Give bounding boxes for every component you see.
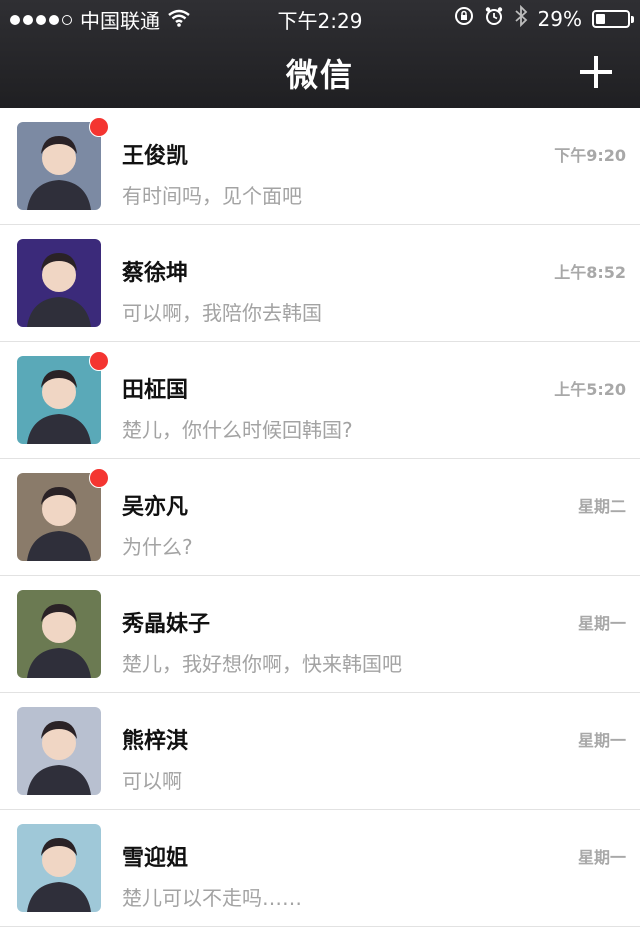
chat-row[interactable]: 蔡徐坤 可以啊，我陪你去韩国 上午8:52 (0, 225, 640, 342)
chat-list: 王俊凯 有时间吗，见个面吧 下午9:20 蔡徐坤 可以啊，我陪你去韩国 上午8:… (0, 108, 640, 927)
last-message: 可以啊 (122, 769, 182, 793)
unread-badge (89, 468, 109, 488)
message-time: 下午9:20 (554, 146, 626, 165)
battery-icon (592, 9, 634, 28)
avatar[interactable] (17, 824, 101, 912)
message-time: 星期一 (577, 731, 626, 750)
last-message: 可以啊，我陪你去韩国 (122, 301, 322, 325)
message-time: 上午5:20 (554, 380, 626, 399)
contact-name: 吴亦凡 (122, 495, 189, 520)
message-time: 上午8:52 (554, 263, 626, 282)
rotation-lock-icon (454, 6, 474, 31)
contact-name: 雪迎姐 (122, 846, 189, 871)
top-bar: 中国联通 下午2:29 29% 微信 (0, 0, 640, 108)
chat-row[interactable]: 雪迎姐 楚儿可以不走吗…… 星期一 (0, 810, 640, 927)
message-time: 星期二 (577, 497, 626, 516)
chat-row[interactable]: 王俊凯 有时间吗，见个面吧 下午9:20 (0, 108, 640, 225)
last-message: 有时间吗，见个面吧 (122, 184, 302, 208)
last-message: 楚儿，你什么时候回韩国? (122, 418, 353, 442)
avatar[interactable] (17, 356, 101, 444)
chat-row[interactable]: 秀晶妹子 楚儿，我好想你啊，快来韩国吧 星期一 (0, 576, 640, 693)
status-bar: 中国联通 下午2:29 29% (0, 0, 640, 34)
unread-badge (89, 351, 109, 371)
avatar[interactable] (17, 707, 101, 795)
unread-badge (89, 117, 109, 137)
plus-icon[interactable] (578, 54, 614, 90)
contact-name: 熊梓淇 (122, 729, 189, 754)
last-message: 楚儿，我好想你啊，快来韩国吧 (122, 652, 402, 676)
bluetooth-icon (514, 4, 528, 32)
chat-row[interactable]: 田柾国 楚儿，你什么时候回韩国? 上午5:20 (0, 342, 640, 459)
page-title: 微信 (285, 56, 354, 94)
message-time: 星期一 (577, 848, 626, 867)
last-message: 为什么? (122, 535, 193, 559)
alarm-icon (484, 6, 504, 31)
chat-row[interactable]: 吴亦凡 为什么? 星期二 (0, 459, 640, 576)
avatar[interactable] (17, 122, 101, 210)
contact-name: 田柾国 (122, 378, 189, 403)
last-message: 楚儿可以不走吗…… (122, 886, 302, 910)
contact-name: 蔡徐坤 (122, 261, 189, 286)
message-time: 星期一 (577, 614, 626, 633)
avatar[interactable] (17, 590, 101, 678)
avatar[interactable] (17, 473, 101, 561)
avatar[interactable] (17, 239, 101, 327)
contact-name: 秀晶妹子 (122, 612, 211, 637)
battery-percent: 29% (537, 6, 582, 31)
contact-name: 王俊凯 (122, 144, 189, 169)
chat-row[interactable]: 熊梓淇 可以啊 星期一 (0, 693, 640, 810)
